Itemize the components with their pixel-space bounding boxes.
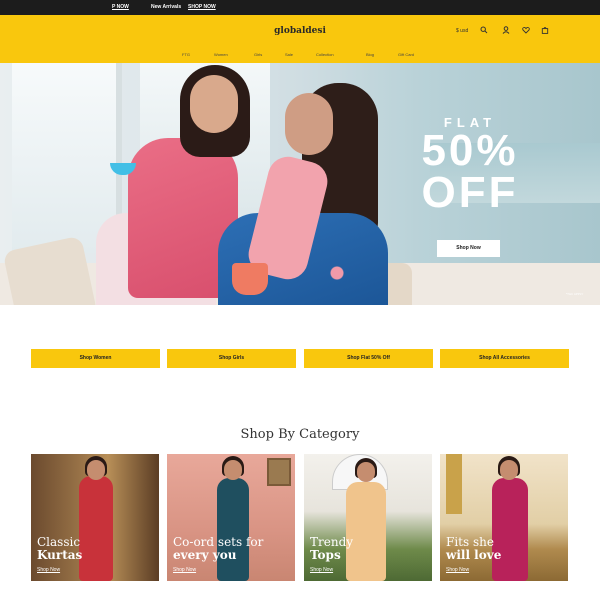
nav-item-collection[interactable]: Collection xyxy=(316,52,334,57)
category-title-line2: Kurtas xyxy=(37,548,83,562)
category-shop-now-link[interactable]: Shop Now xyxy=(37,567,60,573)
nav-item-women[interactable]: Women xyxy=(214,52,228,57)
hero-model-2-face xyxy=(285,93,333,155)
category-title-line2: will love xyxy=(446,548,502,562)
pillar-illustration xyxy=(446,454,462,514)
model-outfit xyxy=(79,476,113,581)
shop-flat-50-off-button[interactable]: Shop Flat 50% Off xyxy=(304,349,433,368)
model-outfit xyxy=(217,478,249,581)
currency-selector[interactable]: $ usd xyxy=(456,28,468,34)
nav-item-girls[interactable]: Girls xyxy=(254,52,262,57)
model-outfit xyxy=(492,478,528,581)
category-card-tops[interactable]: Trendy Tops Shop Now xyxy=(304,454,432,581)
shop-girls-button[interactable]: Shop Girls xyxy=(167,349,296,368)
announcement-link-shop-now[interactable]: SHOP NOW xyxy=(188,4,216,10)
nav-item-gift-card[interactable]: Gift Card xyxy=(398,52,414,57)
nav-item-ftg[interactable]: FTG xyxy=(182,52,190,57)
promo-percent: 50% xyxy=(421,126,519,175)
search-icon[interactable] xyxy=(480,26,488,36)
model-face xyxy=(500,460,518,480)
category-section-title: Shop By Category xyxy=(240,427,360,442)
category-shop-now-link[interactable]: Shop Now xyxy=(446,567,469,573)
promo-off: OFF xyxy=(421,168,519,217)
category-card-kurtas[interactable]: Classic Kurtas Shop Now xyxy=(31,454,159,581)
announcement-text: New Arrivals xyxy=(151,4,182,10)
hero-promo-text: FLAT 50% OFF xyxy=(400,115,540,217)
model-face xyxy=(224,460,242,480)
category-shop-now-link[interactable]: Shop Now xyxy=(310,567,333,573)
category-title-line2: every you xyxy=(173,548,237,562)
hero-shop-now-button[interactable]: Shop Now xyxy=(437,240,500,257)
site-logo[interactable]: globaldesi xyxy=(0,26,600,36)
user-icon[interactable] xyxy=(502,26,510,36)
category-card-coord-sets[interactable]: Co-ord sets for every you Shop Now xyxy=(167,454,295,581)
announcement-bar: P NOW New Arrivals SHOP NOW xyxy=(0,0,600,15)
category-title-line2: Tops xyxy=(310,548,341,562)
model-outfit xyxy=(346,482,386,581)
hero-model-1-face xyxy=(190,75,238,133)
nav-item-sale[interactable]: Sale xyxy=(285,52,293,57)
announcement-link-shop-now-partial[interactable]: P NOW xyxy=(112,4,129,10)
heart-icon[interactable] xyxy=(522,26,530,36)
bag-icon[interactable] xyxy=(541,26,549,36)
category-shop-now-link[interactable]: Shop Now xyxy=(173,567,196,573)
hero-terms-note: *T&C APPLY xyxy=(566,292,584,296)
wall-frame xyxy=(267,458,291,486)
shop-all-accessories-button[interactable]: Shop All Accessories xyxy=(440,349,569,368)
model-face xyxy=(87,460,105,480)
category-card-fits[interactable]: Fits she will love Shop Now xyxy=(440,454,568,581)
hero-banner[interactable]: FLAT 50% OFF Shop Now *T&C APPLY xyxy=(0,63,600,305)
nav-item-blog[interactable]: Blog xyxy=(366,52,374,57)
site-header: globaldesi $ usd FTG Women Girls Sale Co… xyxy=(0,15,600,63)
shop-women-button[interactable]: Shop Women xyxy=(31,349,160,368)
model-face xyxy=(357,462,375,482)
hero-drink-glass xyxy=(232,263,268,295)
